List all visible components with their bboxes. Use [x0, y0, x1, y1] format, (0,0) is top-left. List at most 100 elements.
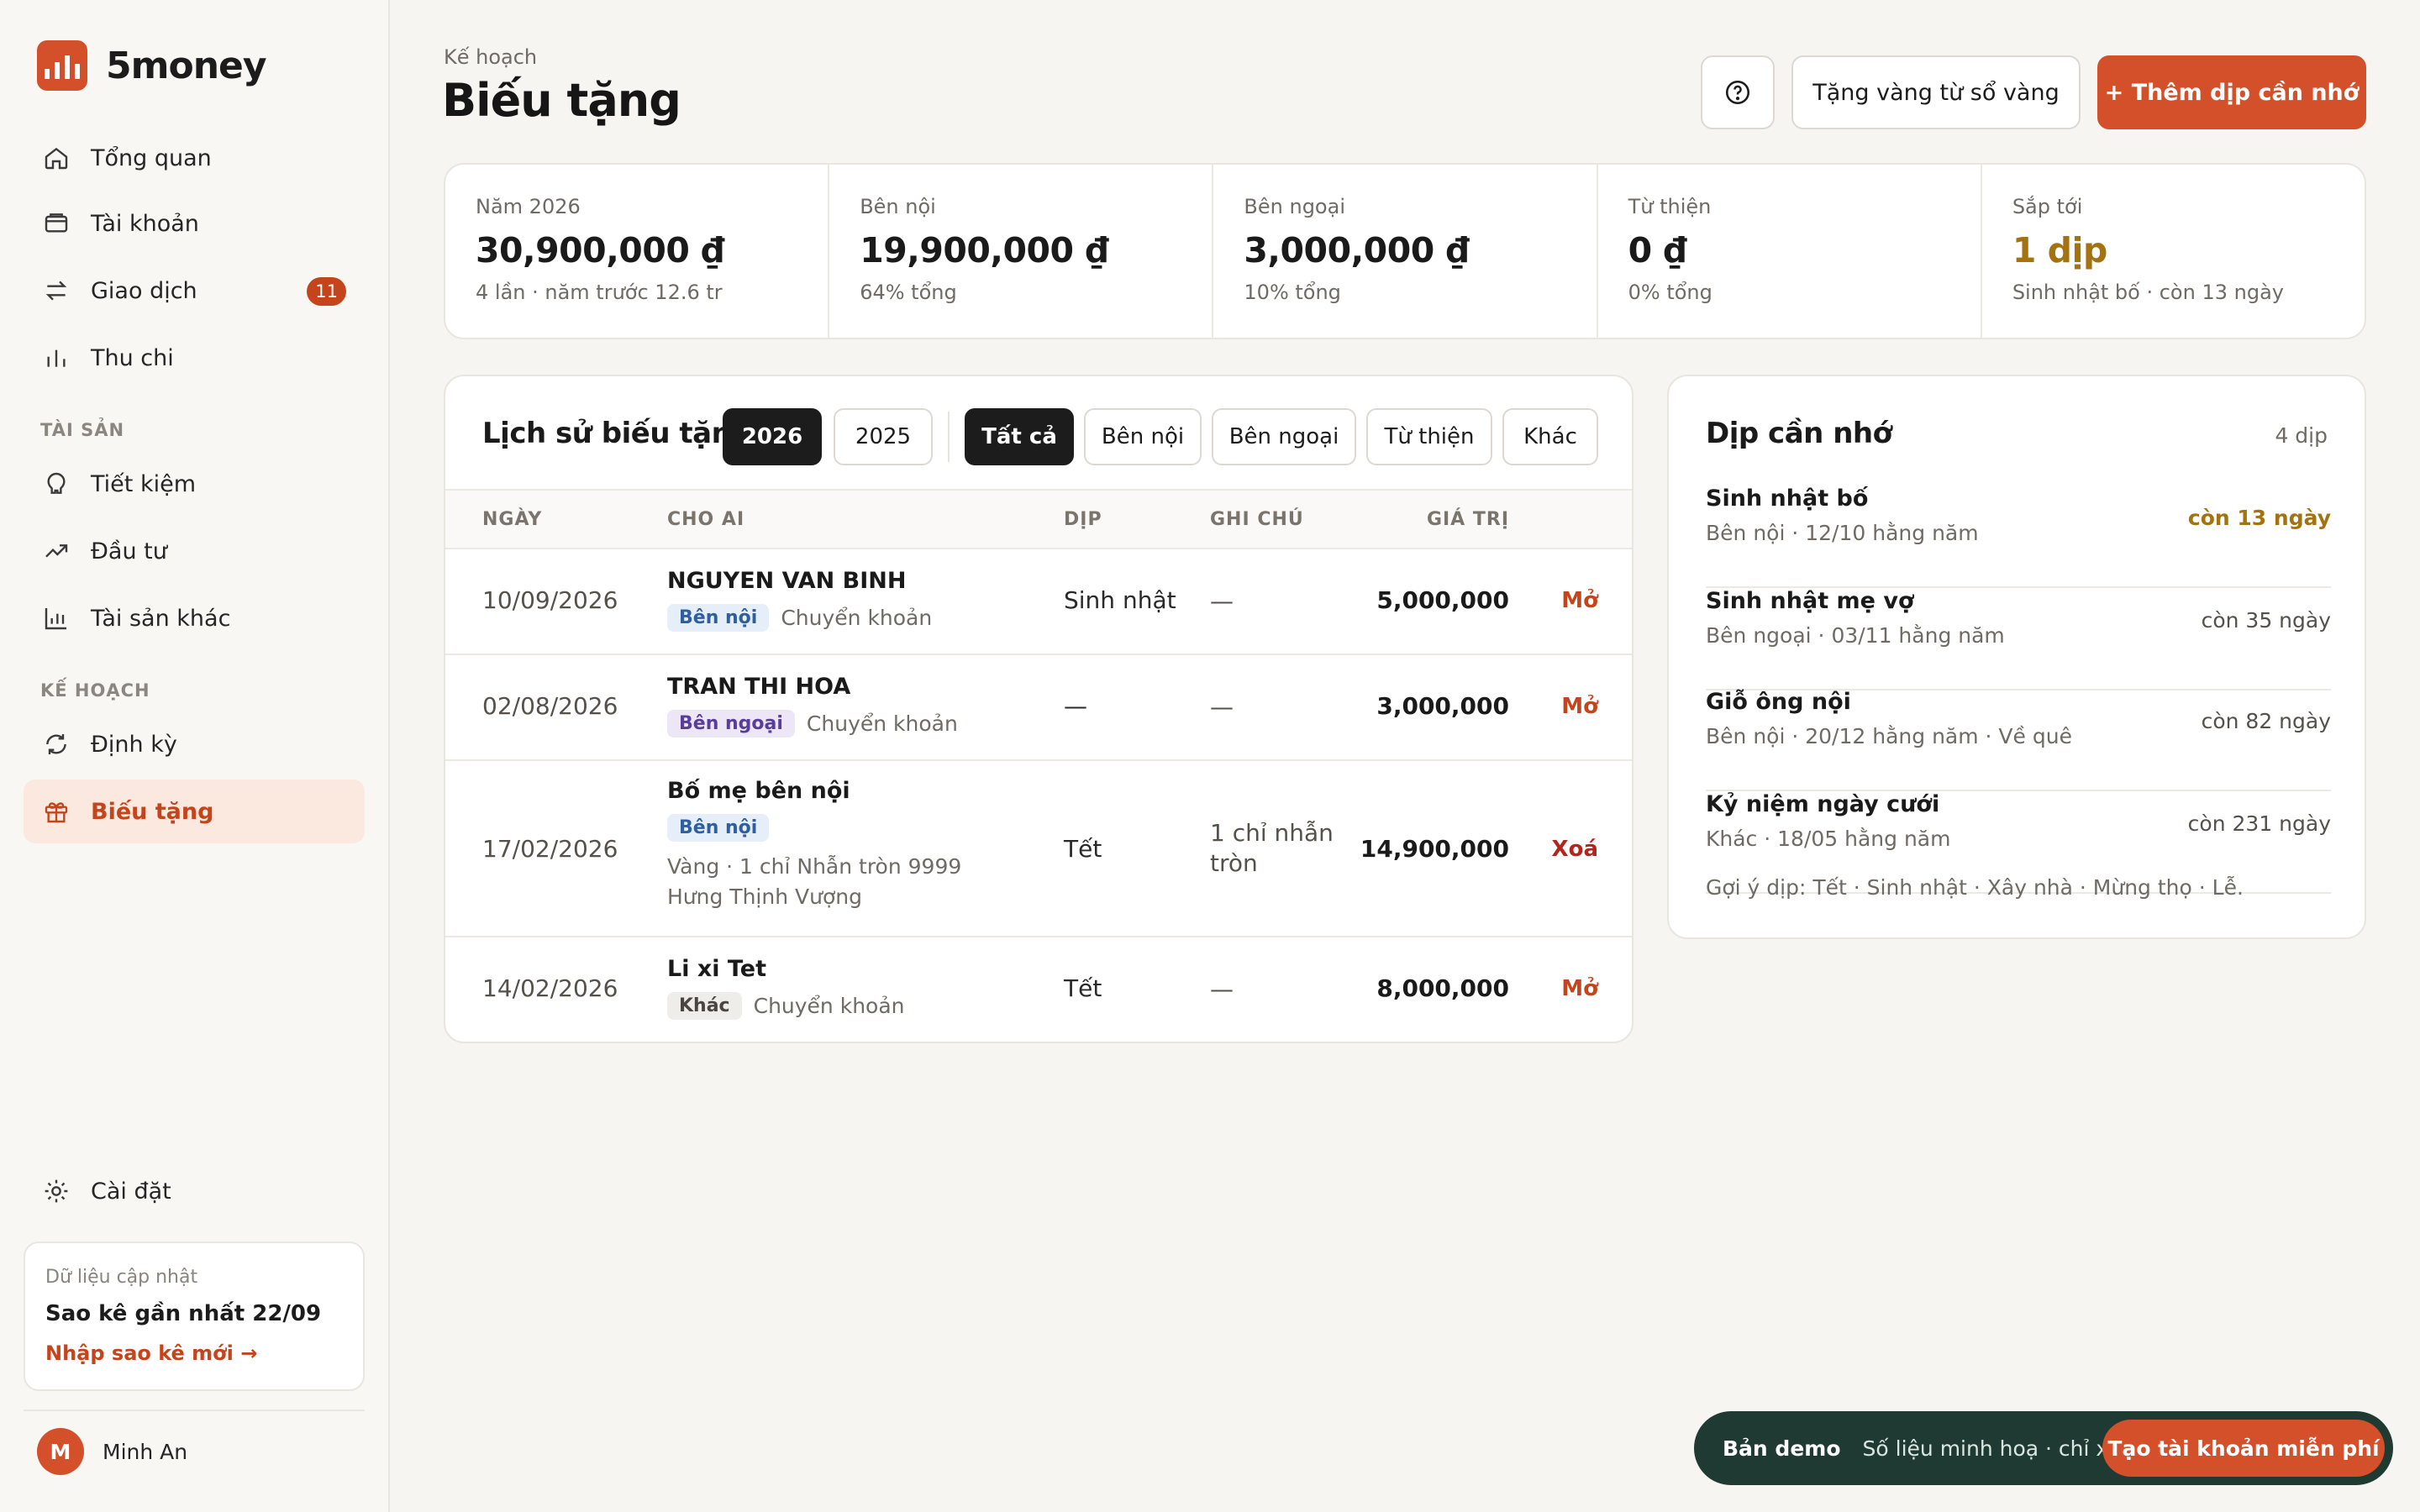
reminder-days-left: còn 231 ngày [2187, 811, 2331, 836]
row-date: 10/09/2026 [482, 586, 618, 614]
swap-icon [42, 276, 71, 305]
reminder-item[interactable]: Giỗ ông nội Bên nội · 20/12 hằng năm · V… [1706, 689, 2331, 791]
reminder-detail: Bên ngoại · 03/11 hằng năm [1706, 623, 2005, 648]
user-name: Minh An [103, 1439, 188, 1464]
stat-label: Sắp tới [2012, 195, 2083, 218]
reminders-count: 4 dịp [2275, 423, 2328, 448]
sidebar-item-settings[interactable]: Cài đặt [24, 1159, 365, 1223]
delete-button[interactable]: Xoá [1552, 837, 1598, 862]
column-occasion: DỊP [1064, 509, 1102, 530]
gift-detail: Vàng · 1 chỉ Nhẫn tròn 9999 Hưng Thịnh V… [667, 854, 962, 909]
sidebar-item-label: Định kỳ [91, 731, 177, 758]
sidebar: 5money Tổng quan Tài khoản Giao dịch 11 … [0, 0, 390, 1512]
gift-history-card: Lịch sử biếu tặng 2026 2025 Tất cả Bên n… [444, 375, 1634, 1043]
update-value: Sao kê gần nhất 22/09 [45, 1301, 322, 1326]
breadcrumb[interactable]: Kế hoạch [444, 45, 537, 69]
filter-chip-other[interactable]: Khác [1502, 408, 1598, 465]
row-date: 14/02/2026 [482, 974, 618, 1002]
table-row[interactable]: 02/08/2026 TRAN THI HOA Bên ngoại Chuyển… [445, 655, 1632, 761]
filter-chip-charity[interactable]: Từ thiện [1366, 408, 1492, 465]
recipient-name: NGUYEN VAN BINH [667, 568, 907, 594]
year-chip-2026[interactable]: 2026 [723, 408, 822, 465]
recipient-meta: Bên nội Chuyển khoản [667, 604, 1020, 632]
reminder-name: Kỷ niệm ngày cưới [1706, 791, 1940, 817]
gift-gold-button[interactable]: Tặng vàng từ sổ vàng [1791, 55, 2081, 129]
stats-summary: Năm 2026 30,900,000 ₫ 4 lần · năm trước … [444, 163, 2366, 339]
reminder-days-left: còn 35 ngày [2201, 608, 2331, 633]
open-button[interactable]: Mở [1561, 976, 1598, 1001]
reminder-name: Sinh nhật bố [1706, 486, 1869, 512]
wallet-icon [42, 209, 71, 238]
sidebar-divider [24, 1410, 365, 1411]
sidebar-item-investment[interactable]: Đầu tư [24, 519, 365, 583]
sidebar-item-savings[interactable]: Tiết kiệm [24, 452, 365, 516]
avatar: M [37, 1428, 84, 1475]
year-chip-2025[interactable]: 2025 [834, 408, 933, 465]
open-button[interactable]: Mở [1561, 694, 1598, 719]
recipient-meta: Khác Chuyển khoản [667, 992, 1020, 1020]
stat-label: Năm 2026 [476, 195, 581, 218]
sidebar-section-assets: TÀI SẢN [40, 420, 125, 440]
row-note: — [1210, 975, 1234, 1003]
user-profile[interactable]: M Minh An [37, 1428, 187, 1475]
reminder-item[interactable]: Sinh nhật mẹ vợ Bên ngoại · 03/11 hằng n… [1706, 588, 2331, 690]
recipient-meta: Bên ngoại Chuyển khoản [667, 710, 1020, 738]
sidebar-item-transactions[interactable]: Giao dịch 11 [24, 259, 365, 323]
sidebar-item-other-assets[interactable]: Tài sản khác [24, 586, 365, 650]
stat-sub: Sinh nhật bố · còn 13 ngày [2012, 281, 2284, 304]
row-value: 3,000,000 [1376, 692, 1509, 720]
row-value: 5,000,000 [1376, 586, 1509, 614]
sidebar-item-gifts[interactable]: Biếu tặng [24, 780, 365, 843]
row-occasion: Sinh nhật [1064, 586, 1176, 614]
stat-maternal: Bên ngoại 3,000,000 ₫ 10% tổng [1213, 165, 1598, 338]
transactions-count-badge: 11 [307, 277, 346, 306]
side-tag: Bên ngoại [667, 710, 795, 738]
reminder-item[interactable]: Sinh nhật bố Bên nội · 12/10 hằng năm cò… [1706, 486, 2331, 588]
table-row[interactable]: 14/02/2026 Li xi Tet Khác Chuyển khoản T… [445, 937, 1632, 1042]
table-row[interactable]: 10/09/2026 NGUYEN VAN BINH Bên nội Chuyể… [445, 549, 1632, 655]
sidebar-item-label: Cài đặt [91, 1178, 171, 1205]
create-account-button[interactable]: Tạo tài khoản miễn phí [2102, 1420, 2385, 1477]
stat-sub: 10% tổng [1244, 281, 1341, 304]
piggy-bank-icon [42, 470, 71, 498]
stat-upcoming: Sắp tới 1 dịp Sinh nhật bố · còn 13 ngày [1982, 165, 2365, 338]
sidebar-item-label: Giao dịch [91, 277, 197, 304]
recipient-name: Li xi Tet [667, 956, 766, 982]
table-row[interactable]: 17/02/2026 Bố mẹ bên nội Bên nội Vàng · … [445, 761, 1632, 937]
row-note: — [1210, 587, 1234, 615]
stat-value: 3,000,000 ₫ [1244, 230, 1470, 270]
reminder-days-left: còn 13 ngày [2187, 506, 2331, 530]
sidebar-item-label: Tiết kiệm [91, 470, 196, 497]
side-tag: Bên nội [667, 604, 770, 632]
reminder-days-left: còn 82 ngày [2201, 709, 2331, 733]
stat-charity: Từ thiện 0 ₫ 0% tổng [1598, 165, 1982, 338]
brand[interactable]: 5money [37, 40, 267, 91]
reminder-detail: Bên nội · 12/10 hằng năm [1706, 521, 1979, 545]
demo-banner: Bản demo Số liệu minh hoạ · chỉ xem Tạo … [1694, 1411, 2393, 1485]
column-value: GIÁ TRỊ [1426, 509, 1509, 530]
sun-gear-icon [42, 1177, 71, 1205]
row-occasion: — [1064, 692, 1087, 720]
open-button[interactable]: Mở [1561, 588, 1598, 613]
stat-paternal: Bên nội 19,900,000 ₫ 64% tổng [829, 165, 1214, 338]
add-occasion-button[interactable]: + Thêm dịp cần nhớ [2097, 55, 2366, 129]
sidebar-item-label: Tổng quan [91, 144, 212, 171]
chip-divider [948, 412, 950, 462]
sidebar-item-overview[interactable]: Tổng quan [24, 126, 365, 190]
filter-chip-maternal[interactable]: Bên ngoại [1212, 408, 1356, 465]
stat-label: Bên nội [860, 195, 936, 218]
row-date: 02/08/2026 [482, 692, 618, 720]
help-icon [1725, 80, 1750, 105]
row-recipient: Bố mẹ bên nội Bên nội Vàng · 1 chỉ Nhẫn … [667, 778, 1020, 912]
filter-chip-all[interactable]: Tất cả [965, 408, 1074, 465]
filter-chip-paternal[interactable]: Bên nội [1084, 408, 1202, 465]
chart-column-icon [42, 604, 71, 633]
column-date: NGÀY [482, 509, 543, 530]
help-button[interactable] [1701, 55, 1775, 129]
import-statement-link[interactable]: Nhập sao kê mới → [45, 1341, 343, 1365]
sidebar-item-income-expense[interactable]: Thu chi [24, 326, 365, 390]
sidebar-item-label: Biếu tặng [91, 798, 214, 825]
sidebar-item-accounts[interactable]: Tài khoản [24, 192, 365, 255]
row-occasion: Tết [1064, 974, 1102, 1002]
sidebar-item-recurring[interactable]: Định kỳ [24, 712, 365, 776]
